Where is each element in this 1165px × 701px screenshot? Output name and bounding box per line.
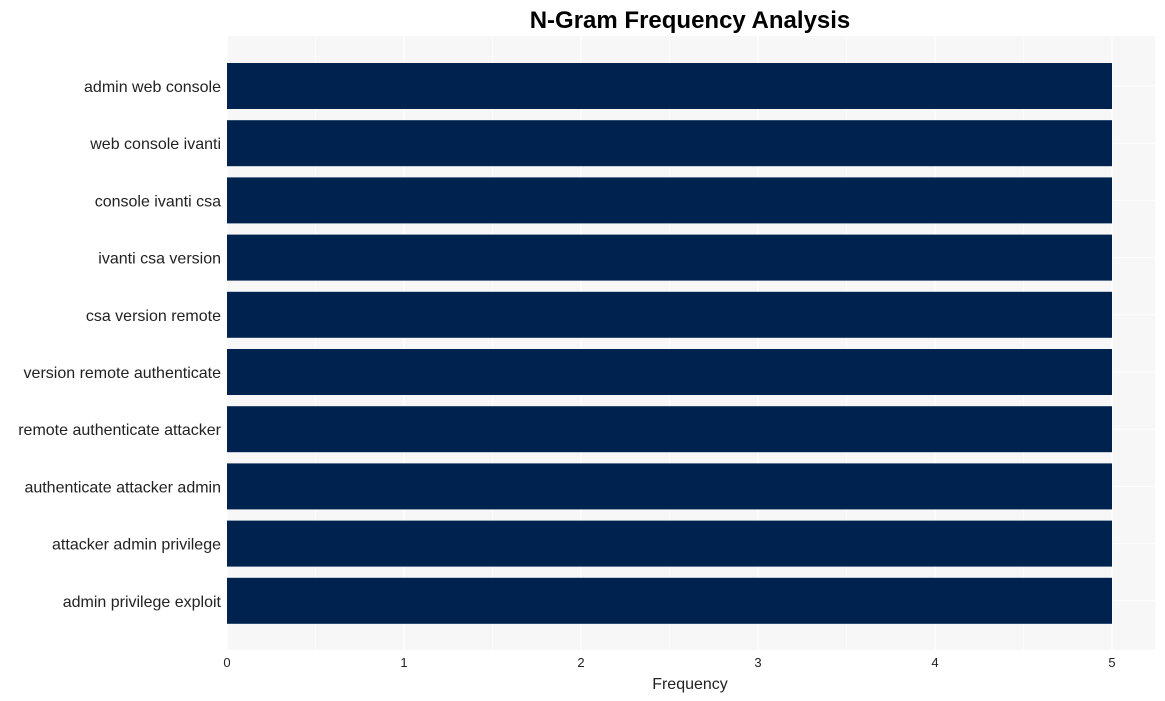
x-tick-label: 5 <box>1108 655 1115 670</box>
bar <box>227 291 1112 338</box>
bar <box>227 63 1112 109</box>
y-tick-label: console ivanti csa <box>95 193 221 210</box>
x-tick-label: 0 <box>223 655 230 670</box>
y-tick-label: attacker admin privilege <box>52 537 221 554</box>
x-axis-label: Frequency <box>652 676 728 693</box>
bar <box>227 234 1112 281</box>
y-tick-label: admin privilege exploit <box>63 594 222 611</box>
bar <box>227 463 1112 510</box>
bar <box>227 577 1112 624</box>
x-tick-label: 2 <box>577 655 584 670</box>
bar <box>227 520 1112 567</box>
x-tick-label: 3 <box>754 655 761 670</box>
y-tick-label: admin web console <box>84 79 221 96</box>
x-tick-label: 1 <box>400 655 407 670</box>
y-tick-label: version remote authenticate <box>24 365 222 382</box>
bar <box>227 120 1112 167</box>
chart-title: N-Gram Frequency Analysis <box>530 7 851 34</box>
y-tick-label: ivanti csa version <box>98 251 221 268</box>
x-tick-label: 4 <box>931 655 938 670</box>
x-axis-ticks: 0 1 2 3 4 5 <box>223 655 1115 670</box>
y-tick-label: csa version remote <box>86 308 221 325</box>
bar <box>227 406 1112 453</box>
y-tick-label: authenticate attacker admin <box>24 479 221 496</box>
y-tick-label: web console ivanti <box>89 136 221 153</box>
bar <box>227 177 1112 224</box>
y-axis-labels: admin web console web console ivanti conso… <box>18 79 221 611</box>
bar <box>227 349 1112 395</box>
y-tick-label: remote authenticate attacker <box>18 422 221 439</box>
ngram-bar-chart: N-Gram Frequency Analysis admin web cons… <box>18 7 1155 693</box>
